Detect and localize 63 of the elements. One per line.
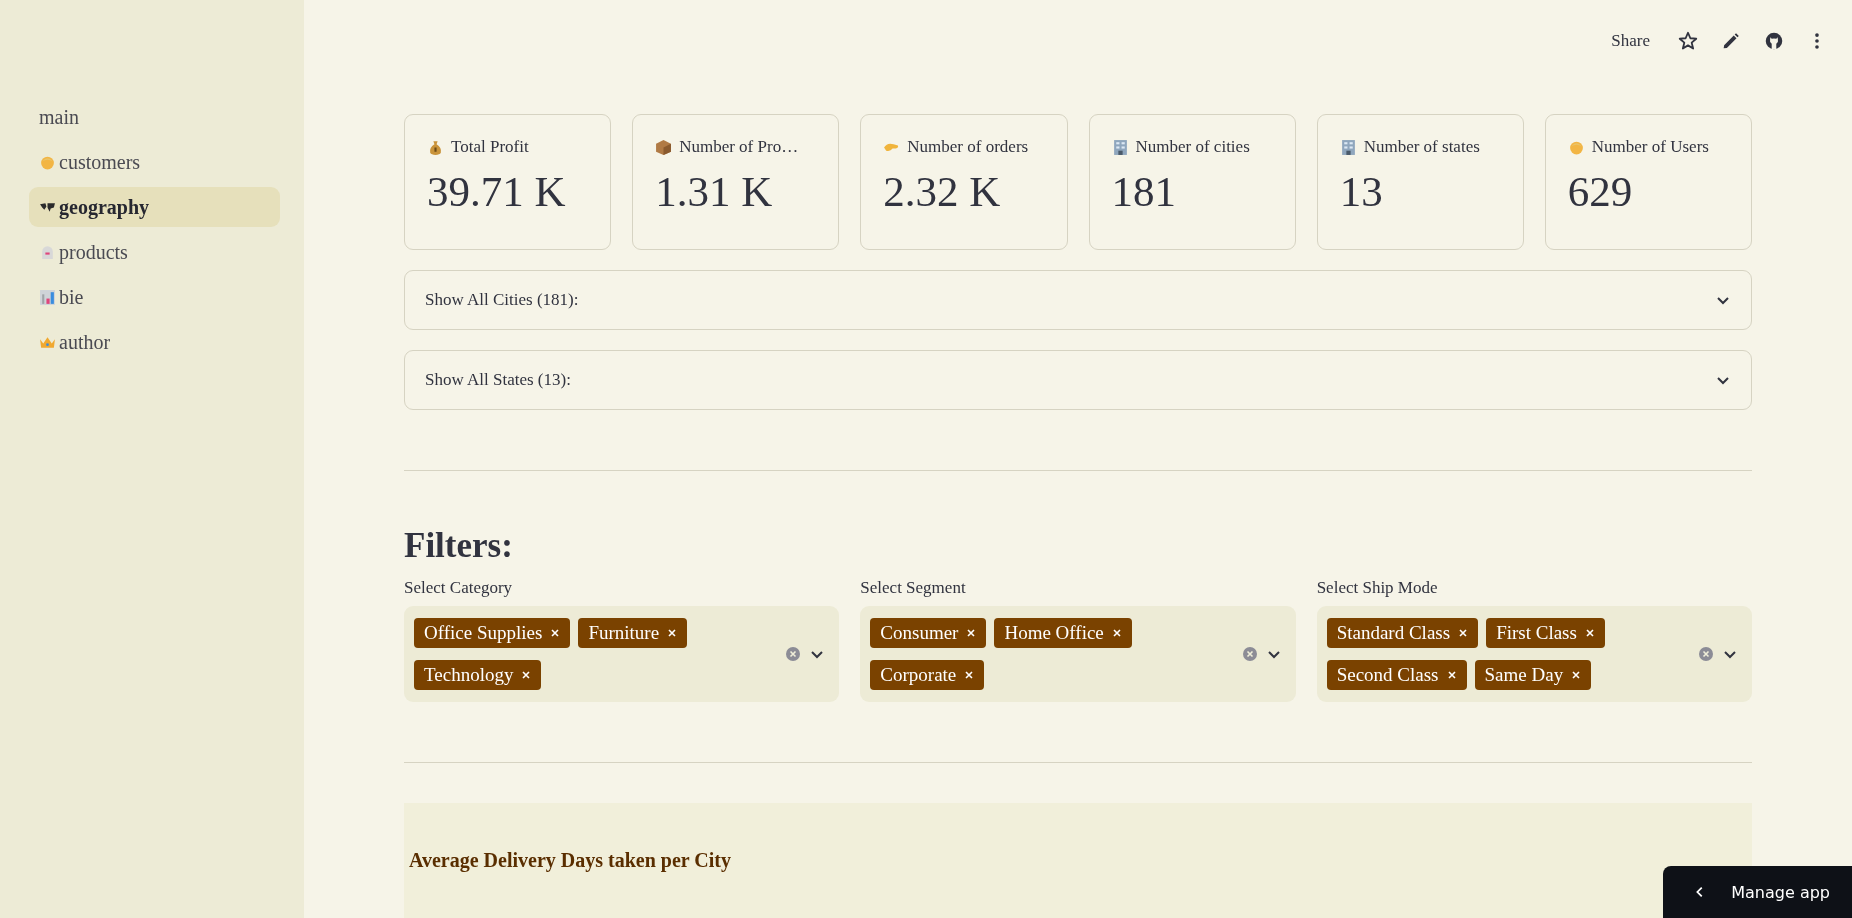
github-icon[interactable] <box>1763 30 1785 52</box>
expander-header[interactable]: Show All States (13): <box>404 350 1752 410</box>
close-icon[interactable] <box>1111 628 1122 638</box>
filter-tag[interactable]: Office Supplies <box>414 618 571 648</box>
select-label: Select Segment <box>860 578 967 598</box>
filter-tag[interactable]: Home Office <box>994 618 1132 648</box>
building-icon <box>1339 138 1357 156</box>
clear-icon[interactable] <box>785 646 802 662</box>
select-label: Select Ship Mode <box>1316 578 1439 598</box>
sidebar-item[interactable]: customers <box>29 142 280 182</box>
close-icon[interactable] <box>1571 670 1582 680</box>
metric-label: Total Profit <box>451 137 529 157</box>
ghost-icon <box>39 243 56 261</box>
multiselect-field[interactable]: Standard Class First Class Second Class Same Day <box>1316 606 1752 702</box>
metric-value: 1.31 K <box>655 167 774 216</box>
sidebar-item[interactable]: products <box>29 232 280 272</box>
metric-value: 181 <box>1111 167 1177 216</box>
filter-tag[interactable]: First Class <box>1486 618 1605 648</box>
metric-value: 39.71 K <box>427 167 567 216</box>
chart-title: Average Delivery Days taken per City <box>409 849 732 872</box>
close-icon[interactable] <box>1458 628 1469 638</box>
multiselect-field[interactable]: Consumer Home Office Corporate <box>860 606 1296 702</box>
close-icon[interactable] <box>1446 670 1457 680</box>
close-icon[interactable] <box>550 628 561 638</box>
sidebar-item[interactable]: author <box>29 322 280 362</box>
metric-label: Number of orders <box>907 137 1029 157</box>
section-heading: Filters: <box>404 526 514 566</box>
close-icon[interactable] <box>667 628 678 638</box>
sidebar-item[interactable]: geography <box>29 187 280 227</box>
metric-label: Number of states <box>1363 137 1480 157</box>
share-button[interactable]: Share <box>1611 31 1656 51</box>
filter-tag[interactable]: Corporate <box>870 660 985 690</box>
multiselect-field[interactable]: Office Supplies Furniture Technology <box>404 606 840 702</box>
bar-chart-icon <box>39 288 56 306</box>
metric-label: Number of Users <box>1591 137 1709 157</box>
box-icon <box>655 138 673 156</box>
money-bag-icon <box>427 138 444 156</box>
manage-app-button[interactable]: Manage app <box>1663 866 1852 918</box>
close-icon[interactable] <box>1584 628 1595 638</box>
close-icon[interactable] <box>964 670 975 680</box>
sidebar-item[interactable]: bie <box>29 277 280 317</box>
metric-value: 13 <box>1339 167 1384 216</box>
expander-header[interactable]: Show All Cities (181): <box>404 270 1752 330</box>
star-icon[interactable] <box>1677 30 1699 52</box>
metric-label: Number of Pro… <box>679 137 799 157</box>
sidebar-item[interactable]: main <box>29 97 280 137</box>
close-icon[interactable] <box>521 670 532 680</box>
filter-tag[interactable]: Same Day <box>1474 660 1592 690</box>
expander-label: Show All Cities (181): <box>425 290 579 310</box>
filter-tag[interactable]: Furniture <box>578 618 688 648</box>
select-label: Select Category <box>404 578 514 598</box>
metric-value: 2.32 K <box>883 167 1002 216</box>
filter-tag[interactable]: Technology <box>414 660 542 690</box>
clear-icon[interactable] <box>1241 646 1258 662</box>
expander-label: Show All States (13): <box>425 370 571 390</box>
clear-icon[interactable] <box>1698 646 1714 662</box>
filter-tag[interactable]: Standard Class <box>1326 618 1479 648</box>
metric-label: Number of cities <box>1135 137 1250 157</box>
filter-tag[interactable]: Second Class <box>1326 660 1467 690</box>
metric-value: 629 <box>1567 167 1634 216</box>
building-icon <box>1111 138 1129 156</box>
close-icon[interactable] <box>966 628 977 638</box>
filter-tag[interactable]: Consumer <box>870 618 987 648</box>
